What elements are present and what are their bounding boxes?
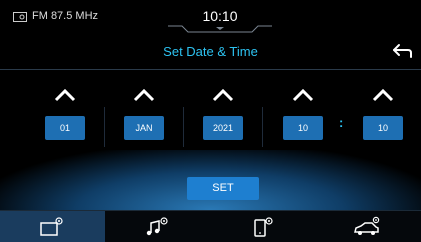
nav-home-settings[interactable] [0, 211, 105, 242]
vehicle-settings-icon [354, 216, 380, 235]
radio-icon [13, 12, 27, 22]
year-up-chevron-icon[interactable] [211, 88, 235, 102]
bottom-nav [0, 210, 421, 242]
title-bar: Set Date & Time [0, 33, 421, 70]
nav-vehicle-settings[interactable] [315, 211, 420, 242]
time-separator: : [339, 115, 344, 130]
back-icon[interactable] [392, 42, 414, 60]
month-up-chevron-icon[interactable] [132, 88, 156, 102]
minute-up-chevron-icon[interactable] [371, 88, 395, 102]
page-title: Set Date & Time [163, 44, 258, 59]
set-button[interactable]: SET [187, 177, 259, 200]
year-value[interactable]: 2021 [203, 116, 243, 140]
clock: 10:10 [202, 8, 238, 24]
phone-settings-icon [254, 217, 273, 237]
hour-up-chevron-icon[interactable] [291, 88, 315, 102]
status-bar: FM 87.5 MHz 10:10 [0, 0, 421, 33]
audio-settings-icon [146, 217, 168, 236]
home-settings-icon [40, 217, 63, 236]
radio-station-label: FM 87.5 MHz [32, 10, 99, 22]
nav-audio-settings[interactable] [105, 211, 210, 242]
day-value[interactable]: 01 [45, 116, 85, 140]
month-value[interactable]: JAN [124, 116, 164, 140]
clock-tab: 10:10 [168, 0, 272, 33]
hour-value[interactable]: 10 [283, 116, 323, 140]
day-up-chevron-icon[interactable] [53, 88, 77, 102]
picker-divider [262, 107, 263, 147]
picker-divider [183, 107, 184, 147]
minute-value[interactable]: 10 [363, 116, 403, 140]
nav-phone-settings[interactable] [210, 211, 315, 242]
picker-divider [104, 107, 105, 147]
